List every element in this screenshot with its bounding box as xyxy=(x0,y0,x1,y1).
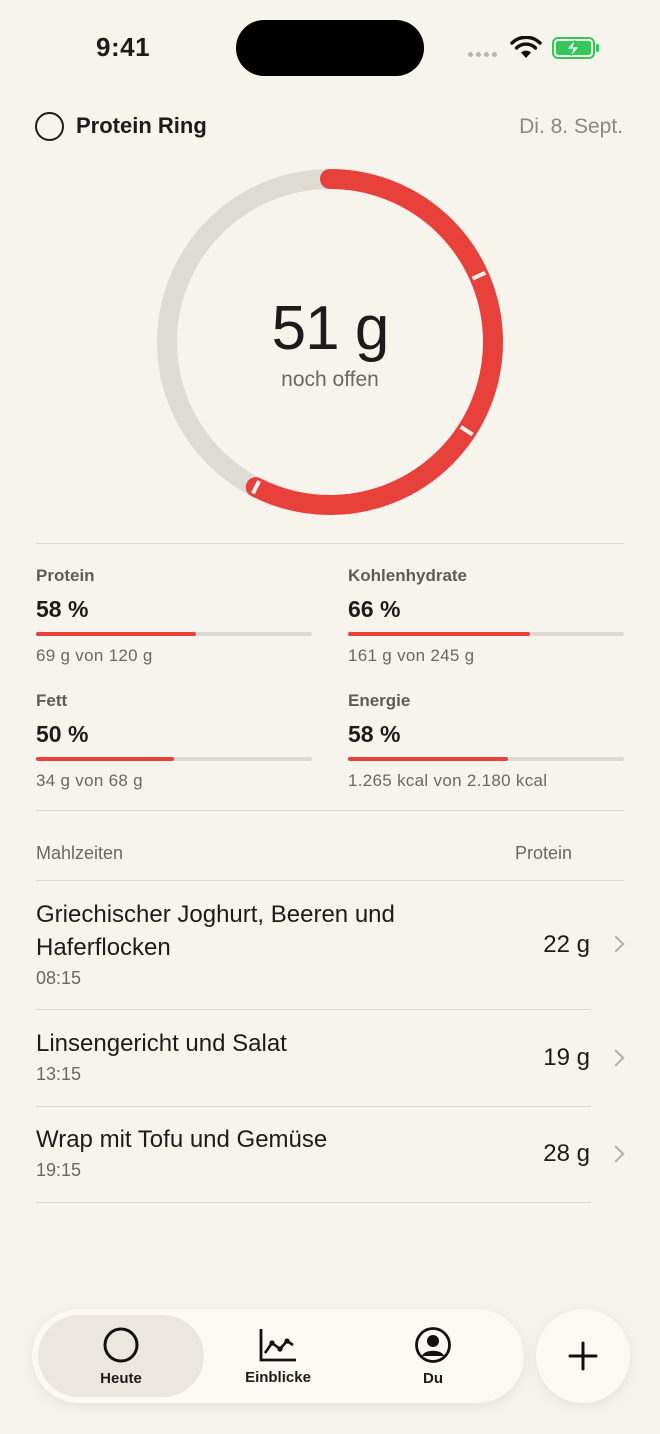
macro-detail: 1.265 kcal von 2.180 kcal xyxy=(348,771,548,790)
macro-progress-track xyxy=(36,632,312,636)
divider xyxy=(36,543,624,544)
meal-time: 08:15 xyxy=(36,968,82,988)
meal-protein: 28 g xyxy=(543,1140,590,1167)
plus-icon xyxy=(568,1341,598,1371)
meal-time: 13:15 xyxy=(36,1064,82,1084)
profile-icon xyxy=(415,1326,451,1363)
remaining-protein-value: 51 g xyxy=(271,294,390,363)
macro-label: Protein xyxy=(36,566,95,585)
macro-percent: 66 % xyxy=(348,596,401,622)
status-time: 9:41 xyxy=(96,32,151,62)
row-divider xyxy=(36,1106,591,1107)
meal-row[interactable]: Linsengericht und Salat 13:15 19 g xyxy=(36,1027,625,1105)
macro-protein: Protein 58 % 69 g von 120 g xyxy=(36,566,312,666)
macro-fat: Fett 50 % 34 g von 68 g xyxy=(36,691,312,791)
chart-icon xyxy=(259,1328,296,1361)
macro-detail: 161 g von 245 g xyxy=(348,646,475,665)
wifi-icon xyxy=(510,36,542,58)
macro-progress-track xyxy=(348,632,624,636)
meal-name: Griechischer Joghurt, Beeren und Haferfl… xyxy=(36,901,395,961)
meal-name: Linsengericht und Salat xyxy=(36,1030,287,1057)
tab-einblicke[interactable]: Einblicke xyxy=(195,1315,361,1397)
app-title: Protein Ring xyxy=(76,113,207,138)
macro-detail: 34 g von 68 g xyxy=(36,771,143,790)
tab-label: Heute xyxy=(100,1369,142,1387)
chevron-right-icon xyxy=(607,935,625,953)
meal-protein: 19 g xyxy=(543,1044,590,1071)
macro-label: Fett xyxy=(36,691,68,710)
meal-name: Wrap mit Tofu und Gemüse xyxy=(36,1126,328,1153)
macro-progress-track xyxy=(36,757,312,761)
macro-carbs: Kohlenhydrate 66 % 161 g von 245 g xyxy=(348,566,624,666)
tab-label: Du xyxy=(423,1369,443,1387)
tab-label: Einblicke xyxy=(245,1368,311,1386)
macro-progress-fill xyxy=(36,632,197,636)
macro-progress-fill xyxy=(348,632,531,636)
macro-label: Energie xyxy=(348,691,411,710)
macro-percent: 58 % xyxy=(348,721,401,747)
cellular-signal-icon xyxy=(468,52,497,57)
add-meal-button[interactable] xyxy=(536,1309,630,1403)
meal-row[interactable]: Wrap mit Tofu und Gemüse 19:15 28 g xyxy=(36,1123,625,1201)
macro-label: Kohlenhydrate xyxy=(348,566,468,585)
row-divider xyxy=(36,1202,591,1203)
meals-header: Mahlzeiten xyxy=(36,843,124,863)
divider xyxy=(36,810,624,811)
battery-charging-icon xyxy=(552,37,599,59)
divider xyxy=(36,880,624,881)
dynamic-island xyxy=(236,20,424,76)
tab-bar: Heute Einblicke Du xyxy=(32,1309,524,1403)
meals-protein-header: Protein xyxy=(515,843,573,863)
meal-time: 19:15 xyxy=(36,1160,82,1180)
tab-heute[interactable]: Heute xyxy=(38,1315,204,1397)
macro-energy: Energie 58 % 1.265 kcal von 2.180 kcal xyxy=(348,691,624,791)
row-divider xyxy=(36,1009,591,1010)
macro-detail: 69 g von 120 g xyxy=(36,646,153,665)
macro-progress-fill xyxy=(348,757,509,761)
meal-row[interactable]: Griechischer Joghurt, Beeren und Haferfl… xyxy=(36,898,625,1008)
ring-logo-icon xyxy=(35,112,64,141)
macro-progress-track xyxy=(348,757,624,761)
ring-icon xyxy=(103,1327,139,1362)
macro-percent: 58 % xyxy=(36,596,89,622)
tab-du[interactable]: Du xyxy=(350,1315,516,1397)
macro-percent: 50 % xyxy=(36,721,89,747)
current-date[interactable]: Di. 8. Sept. xyxy=(519,115,623,139)
remaining-label: noch offen xyxy=(281,368,379,391)
meal-protein: 22 g xyxy=(543,931,590,958)
macro-progress-fill xyxy=(36,757,174,761)
